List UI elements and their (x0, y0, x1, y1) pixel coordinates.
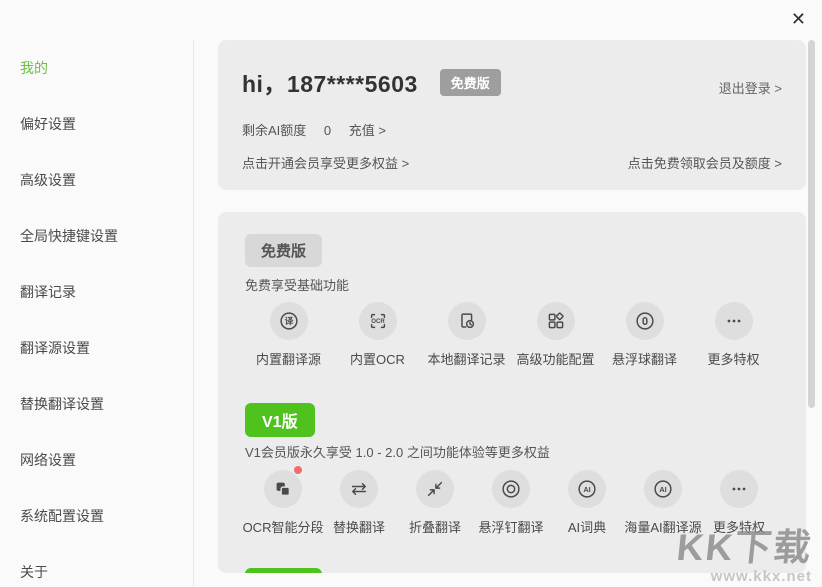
feature-label: 替换翻译 (332, 520, 385, 535)
feature-more-privileges[interactable]: 更多特权 (689, 302, 778, 368)
feature-pin-translation: 悬浮钉翻译 (473, 470, 549, 536)
claim-free-membership-link[interactable]: 点击免费领取会员及额度 > (628, 153, 782, 172)
feature-label: AI词典 (567, 520, 607, 535)
feature-ai-dictionary: AI AI词典 (549, 470, 625, 536)
feature-label: 更多特权 (712, 520, 765, 535)
feature-local-history: 本地翻译记录 (422, 302, 511, 368)
feature-fold-translation: 折叠翻译 (397, 470, 473, 536)
plans-card: 免费版 免费享受基础功能 译 内置翻译源 OCR 内置OCR 本地翻译记录 高级… (218, 212, 806, 573)
svg-text:OCR: OCR (371, 319, 385, 325)
local-history-icon (447, 302, 486, 340)
fold-icon (416, 470, 454, 508)
feature-label: 折叠翻译 (408, 520, 461, 535)
pin-icon (492, 470, 530, 508)
account-card: hi，187****5603 免费版 退出登录 > 剩余AI额度 0 充值 > … (218, 40, 806, 190)
feature-ai-sources: AI 海量AI翻译源 (624, 470, 702, 536)
settings-window: ✕ 我的 偏好设置 高级设置 全局快捷键设置 翻译记录 翻译源设置 替换翻译设置… (0, 0, 822, 587)
scrollbar-thumb[interactable] (808, 40, 815, 408)
logout-link[interactable]: 退出登录 > (719, 78, 782, 97)
close-icon[interactable]: ✕ (791, 10, 806, 28)
ai-dict-icon: AI (568, 470, 606, 508)
sidebar-item-translation-history[interactable]: 翻译记录 (20, 282, 76, 302)
feature-label: 悬浮钉翻译 (478, 520, 544, 535)
svg-text:AI: AI (583, 485, 590, 494)
free-features-row: 译 内置翻译源 OCR 内置OCR 本地翻译记录 高级功能配置 悬浮球翻译 更多… (244, 302, 778, 368)
sidebar-item-preferences[interactable]: 偏好设置 (20, 114, 76, 134)
sidebar-item-translation-sources[interactable]: 翻译源设置 (20, 338, 90, 358)
ai-quota-label: 剩余AI额度 (242, 123, 307, 138)
svg-text:译: 译 (284, 315, 293, 326)
swap-icon (340, 470, 378, 508)
feature-ocr-segmentation: OCR智能分段 (242, 466, 324, 536)
sidebar-divider (193, 40, 194, 587)
feature-label: 更多特权 (707, 352, 760, 367)
feature-replace-translation: 替换翻译 (321, 470, 397, 536)
translate-icon: 译 (269, 302, 308, 340)
ai-quota-value: 0 (323, 123, 332, 138)
feature-more-privileges[interactable]: 更多特权 (701, 470, 777, 536)
free-plan-badge: 免费版 (245, 234, 323, 267)
advanced-grid-icon (536, 302, 575, 340)
svg-text:AI: AI (659, 485, 666, 494)
feature-label: 海量AI翻译源 (624, 520, 702, 535)
feature-label: 悬浮球翻译 (611, 352, 677, 367)
v1-features-row: OCR智能分段 替换翻译 折叠翻译 悬浮钉翻译 AI AI词典 AI 海量AI翻… (242, 466, 777, 536)
sidebar-item-about[interactable]: 关于 (20, 562, 48, 582)
sidebar-item-advanced-settings[interactable]: 高级设置 (20, 170, 76, 190)
sidebar-item-my-account[interactable]: 我的 (20, 58, 48, 78)
sidebar-item-replace-translation[interactable]: 替换翻译设置 (20, 394, 104, 414)
sidebar-item-global-hotkeys[interactable]: 全局快捷键设置 (20, 226, 118, 246)
v1-plan-description: V1会员版永久享受 1.0 - 2.0 之间功能体验等更多权益 (245, 445, 550, 460)
notification-dot (294, 466, 302, 474)
feature-label: 内置翻译源 (255, 352, 321, 367)
float-ball-icon (625, 302, 664, 340)
open-membership-link[interactable]: 点击开通会员享受更多权益 > (242, 153, 409, 172)
feature-label: 内置OCR (350, 352, 405, 367)
plan-badge: 免费版 (439, 68, 501, 96)
ai-sources-icon: AI (644, 470, 682, 508)
feature-label: 本地翻译记录 (427, 352, 506, 367)
account-greeting: hi，187****5603 (242, 71, 418, 97)
sidebar-item-network-settings[interactable]: 网络设置 (20, 450, 76, 470)
feature-label: 高级功能配置 (516, 352, 595, 367)
recharge-link[interactable]: 充值 > (349, 123, 386, 138)
v1-plan-badge: V1版 (245, 403, 315, 437)
feature-label: OCR智能分段 (242, 520, 324, 535)
more-icon (720, 470, 758, 508)
free-plan-description: 免费享受基础功能 (245, 278, 350, 293)
ocr-segment-icon (264, 470, 302, 508)
feature-advanced-config: 高级功能配置 (511, 302, 600, 368)
feature-builtin-sources: 译 内置翻译源 (244, 302, 333, 368)
feature-builtin-ocr: OCR 内置OCR (333, 302, 422, 368)
ocr-icon: OCR (358, 302, 397, 340)
feature-float-ball: 悬浮球翻译 (600, 302, 689, 368)
more-icon (714, 302, 753, 340)
sidebar-item-system-config[interactable]: 系统配置设置 (20, 506, 104, 526)
ai-quota-row: 剩余AI额度 0 充值 > (242, 120, 386, 139)
v2-badge-clipped (245, 568, 322, 573)
